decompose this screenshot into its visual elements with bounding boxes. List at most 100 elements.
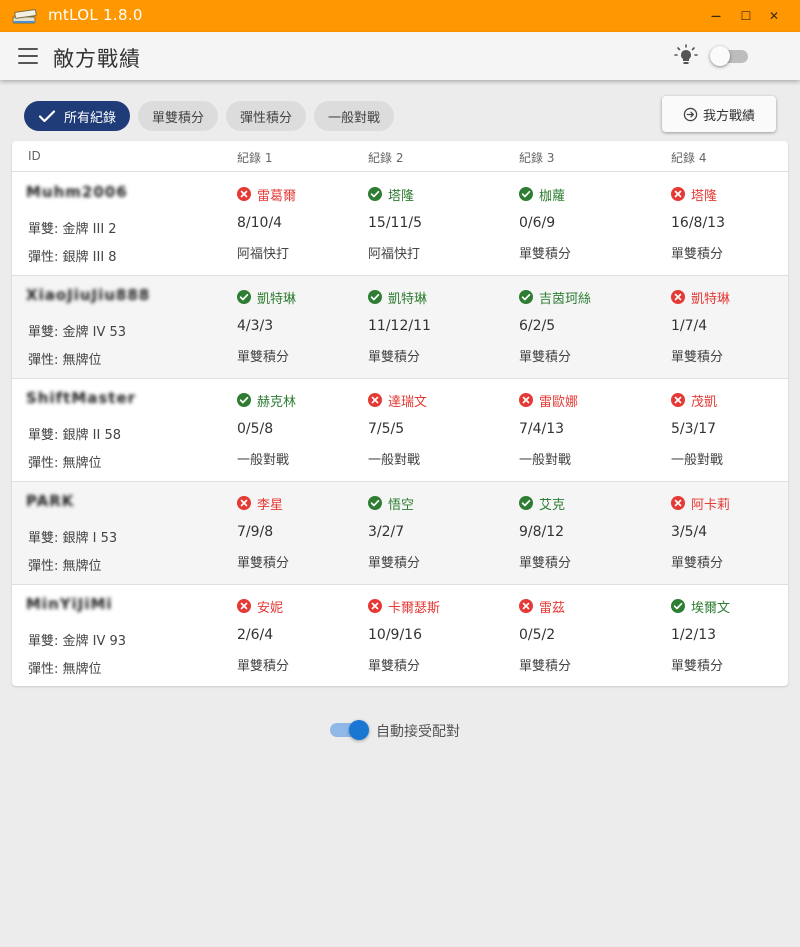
chip-label: 單雙積分	[151, 110, 204, 126]
minimize-button[interactable]: —	[704, 4, 728, 28]
champion-name: 艾克	[539, 497, 566, 513]
record-cell[interactable]: 塔隆 16/8/13 單雙積分	[671, 173, 788, 276]
champion-name: 塔隆	[388, 188, 415, 204]
chip-label: 所有紀錄	[63, 110, 116, 126]
record-cell[interactable]: 悟空 3/2/7 單雙積分	[368, 482, 508, 585]
kda: 9/8/12	[519, 524, 565, 540]
table-header: ID 紀錄 1 紀錄 2 紀錄 3 紀錄 4	[12, 141, 788, 172]
game-mode: 單雙積分	[368, 556, 421, 571]
check-circle-icon	[368, 496, 382, 510]
record-cell[interactable]: 塔隆 15/11/5 阿福快打	[368, 173, 508, 276]
solo-rank: 單雙: 銀牌 II 58	[28, 428, 121, 443]
game-mode: 一般對戰	[237, 453, 290, 468]
match-result: 李星	[237, 494, 284, 513]
column-header-record-1: 紀錄 1	[237, 151, 273, 165]
kda: 0/6/9	[519, 215, 556, 231]
game-mode: 單雙積分	[237, 556, 290, 571]
game-mode: 一般對戰	[368, 453, 421, 468]
maximize-button[interactable]: ☐	[734, 4, 758, 28]
check-circle-icon	[671, 599, 685, 613]
our-team-button[interactable]: 我方戰績	[662, 96, 776, 132]
player-name-text: Muhm2006	[26, 183, 128, 201]
game-mode: 單雙積分	[519, 659, 572, 674]
kda: 0/5/2	[519, 627, 556, 643]
kda: 2/6/4	[237, 627, 274, 643]
record-cell[interactable]: 凱特琳 11/12/11 單雙積分	[368, 276, 508, 379]
enemy-records-table: ID 紀錄 1 紀錄 2 紀錄 3 紀錄 4 Muhm2006 單雙: 金牌 II…	[12, 141, 788, 686]
column-header-record-4: 紀錄 4	[671, 151, 707, 165]
record-cell[interactable]: 茂凱 5/3/17 一般對戰	[671, 379, 788, 482]
player-name-text: ShiftMaster	[26, 389, 137, 407]
player-name-text: MinYiJiMi	[26, 595, 113, 613]
record-cell[interactable]: 雷葛爾 8/10/4 阿福快打	[237, 173, 377, 276]
record-cell[interactable]: 埃爾文 1/2/13 單雙積分	[671, 585, 788, 686]
chip-solo-duo[interactable]: 單雙積分	[138, 101, 218, 131]
match-result: 達瑞文	[368, 391, 428, 410]
record-cell[interactable]: 安妮 2/6/4 單雙積分	[237, 585, 377, 686]
game-mode: 單雙積分	[368, 350, 421, 365]
swap-circle-icon	[683, 107, 698, 121]
close-icon: ✕	[768, 9, 780, 23]
chip-normal[interactable]: 一般對戰	[314, 101, 394, 131]
match-result: 卡爾瑟斯	[368, 597, 440, 616]
record-cell[interactable]: 達瑞文 7/5/5 一般對戰	[368, 379, 508, 482]
champion-name: 安妮	[257, 600, 284, 616]
check-circle-icon	[519, 496, 533, 510]
match-result: 塔隆	[368, 185, 415, 204]
kda: 3/5/4	[671, 524, 708, 540]
match-result: 悟空	[368, 494, 414, 513]
check-circle-icon	[237, 290, 251, 304]
moon-icon	[763, 47, 773, 65]
flex-rank: 彈性: 無牌位	[28, 456, 102, 471]
kda: 16/8/13	[671, 215, 725, 231]
record-cell[interactable]: 赫克林 0/5/8 一般對戰	[237, 379, 377, 482]
auto-accept-label: 自動接受配對	[376, 724, 460, 740]
record-cell[interactable]: 雷歐娜 7/4/13 一般對戰	[519, 379, 659, 482]
theme-toggle[interactable]	[710, 46, 748, 66]
auto-accept-knob	[349, 720, 369, 740]
app-title: mtLOL 1.8.0	[48, 6, 143, 24]
champion-name: 吉茵珂絲	[539, 291, 592, 307]
match-result: 茂凱	[671, 391, 717, 410]
match-result: 塔隆	[671, 185, 717, 204]
record-cell[interactable]: 枷蘿 0/6/9 單雙積分	[519, 173, 659, 276]
hamburger-menu-icon[interactable]	[18, 48, 38, 64]
game-mode: 單雙積分	[368, 659, 421, 674]
solo-rank: 單雙: 金牌 IV 53	[28, 325, 127, 340]
table-row: XiaoJiuJiu888 單雙: 金牌 IV 53 彈性: 無牌位 凱特琳 4/3/3…	[12, 276, 788, 379]
chip-all-records[interactable]: 所有紀錄	[24, 101, 130, 131]
record-cell[interactable]: 吉茵珂絲 6/2/5 單雙積分	[519, 276, 659, 379]
player-name: XiaoJiuJiu888	[26, 286, 156, 308]
check-icon	[38, 110, 56, 123]
match-result: 阿卡莉	[671, 494, 730, 513]
auto-accept-toggle[interactable]	[330, 720, 370, 740]
match-result: 雷葛爾	[237, 185, 296, 204]
x-circle-icon	[237, 496, 251, 510]
kda: 1/2/13	[671, 627, 717, 643]
chip-flex[interactable]: 彈性積分	[226, 101, 306, 131]
x-circle-icon	[519, 599, 533, 613]
minimize-icon: —	[711, 10, 721, 22]
close-button[interactable]: ✕	[762, 4, 786, 28]
champion-name: 李星	[257, 497, 284, 513]
column-header-record-2: 紀錄 2	[368, 151, 404, 165]
champion-name: 達瑞文	[388, 394, 428, 410]
match-result: 安妮	[237, 597, 284, 616]
champion-name: 凱特琳	[691, 291, 731, 307]
record-cell[interactable]: 凱特琳 1/7/4 單雙積分	[671, 276, 788, 379]
record-cell[interactable]: 阿卡莉 3/5/4 單雙積分	[671, 482, 788, 585]
match-result: 枷蘿	[519, 185, 565, 204]
record-cell[interactable]: 凱特琳 4/3/3 單雙積分	[237, 276, 377, 379]
x-circle-icon	[368, 599, 382, 613]
solo-rank: 單雙: 金牌 III 2	[28, 222, 117, 237]
record-cell[interactable]: 艾克 9/8/12 單雙積分	[519, 482, 659, 585]
game-mode: 阿福快打	[237, 247, 290, 262]
champion-name: 雷歐娜	[539, 394, 579, 410]
record-cell[interactable]: 李星 7/9/8 單雙積分	[237, 482, 377, 585]
book-stack-icon	[12, 9, 37, 24]
game-mode: 單雙積分	[237, 659, 290, 674]
record-cell[interactable]: 卡爾瑟斯 10/9/16 單雙積分	[368, 585, 508, 686]
record-cell[interactable]: 雷茲 0/5/2 單雙積分	[519, 585, 659, 686]
flex-rank: 彈性: 銀牌 III 8	[28, 250, 117, 265]
table-row: Muhm2006 單雙: 金牌 III 2 彈性: 銀牌 III 8 雷葛爾 8/10/…	[12, 173, 788, 276]
